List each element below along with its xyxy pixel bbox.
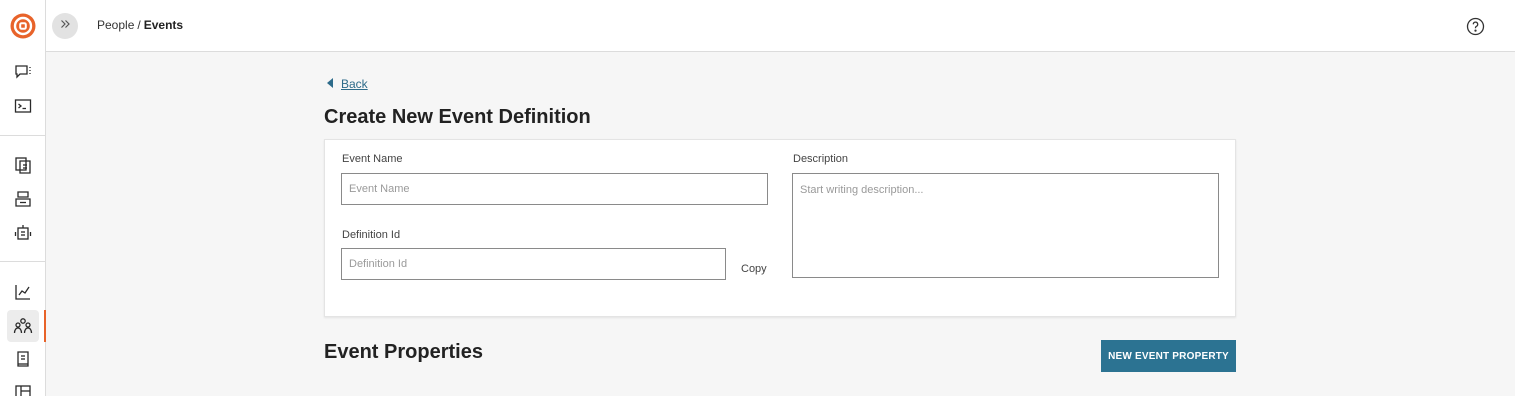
sidebar-divider bbox=[0, 261, 45, 262]
breadcrumb: People / Events bbox=[97, 18, 183, 32]
copy-button[interactable]: Copy bbox=[741, 263, 767, 275]
sidebar-divider bbox=[0, 135, 45, 136]
chart-icon[interactable] bbox=[12, 281, 34, 303]
sidebar-active-indicator bbox=[44, 310, 46, 342]
page-title: Create New Event Definition bbox=[324, 106, 591, 128]
layout-icon[interactable] bbox=[12, 382, 34, 396]
back-link-label: Back bbox=[341, 77, 368, 91]
back-link[interactable]: Back bbox=[327, 77, 368, 91]
event-properties-heading: Event Properties bbox=[324, 341, 483, 363]
people-icon[interactable] bbox=[12, 315, 34, 337]
event-name-input[interactable] bbox=[341, 173, 768, 205]
double-chevron-right-icon bbox=[59, 17, 71, 35]
breadcrumb-parent[interactable]: People bbox=[97, 18, 134, 32]
chat-icon[interactable] bbox=[12, 61, 34, 83]
terminal-icon[interactable] bbox=[12, 95, 34, 117]
definition-id-label: Definition Id bbox=[342, 229, 401, 241]
breadcrumb-current: Events bbox=[143, 18, 184, 32]
top-bar: People / Events bbox=[46, 0, 1515, 52]
event-name-label: Event Name bbox=[342, 153, 403, 165]
documents-icon[interactable] bbox=[12, 154, 34, 176]
help-icon[interactable] bbox=[1466, 17, 1485, 36]
description-textarea[interactable] bbox=[792, 173, 1219, 278]
breadcrumb-separator: / bbox=[137, 18, 141, 32]
stacks-icon[interactable] bbox=[12, 188, 34, 210]
new-event-property-button[interactable]: NEW EVENT PROPERTY bbox=[1101, 340, 1236, 372]
expand-sidebar-button[interactable] bbox=[52, 13, 78, 39]
sidebar bbox=[0, 0, 46, 396]
book-icon[interactable] bbox=[12, 348, 34, 370]
logo-icon[interactable] bbox=[10, 13, 36, 39]
definition-id-input[interactable] bbox=[341, 248, 726, 280]
event-definition-form: Event Name Definition Id Copy Descriptio… bbox=[324, 139, 1236, 317]
description-label: Description bbox=[793, 153, 849, 165]
robot-icon[interactable] bbox=[12, 222, 34, 244]
caret-left-icon bbox=[327, 77, 333, 91]
